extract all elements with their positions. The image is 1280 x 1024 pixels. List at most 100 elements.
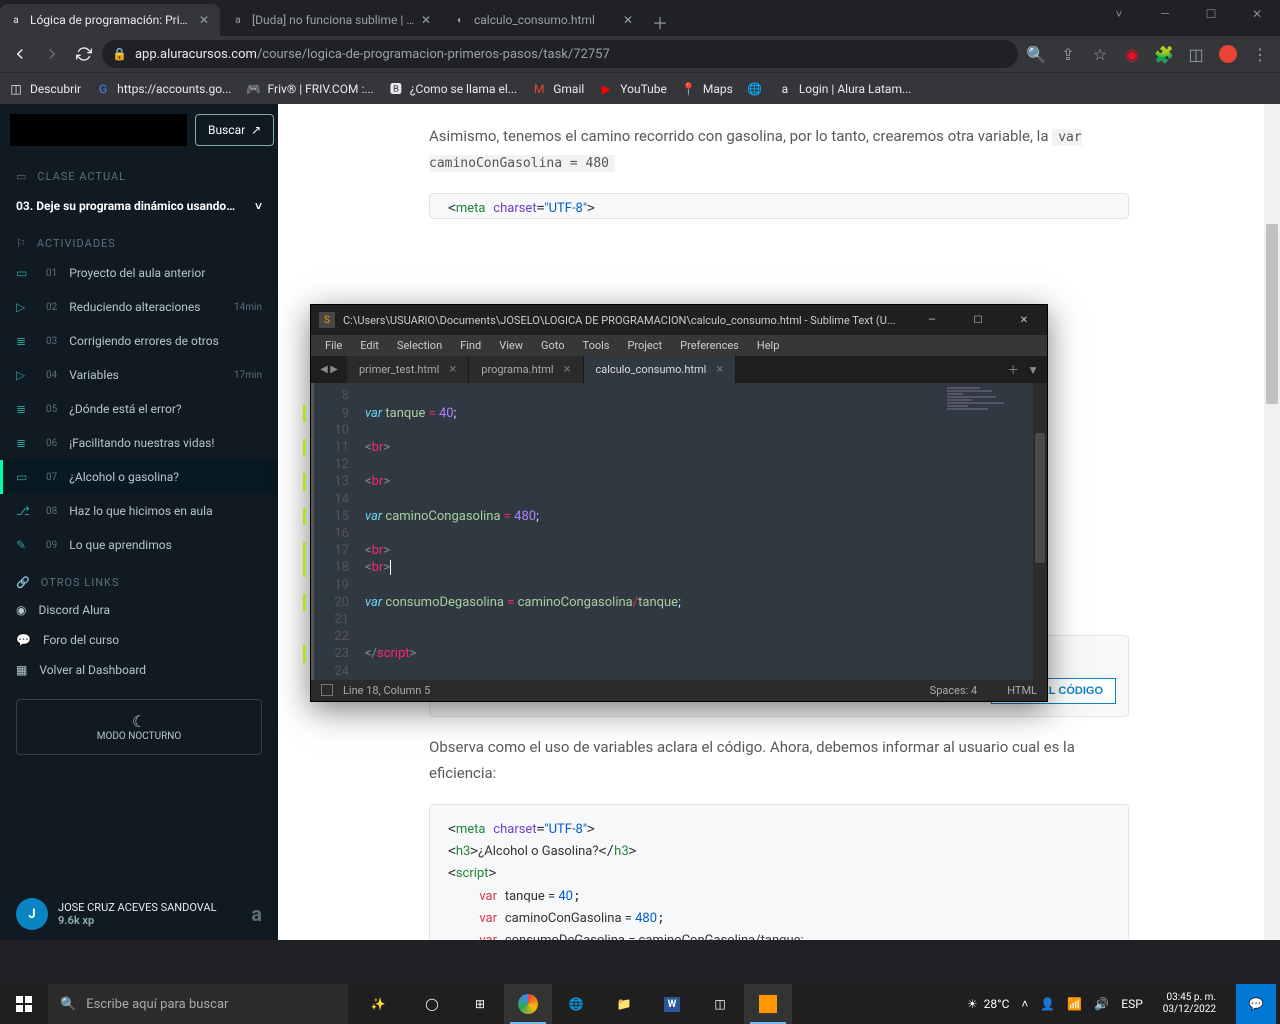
chevron-up-icon[interactable]: ˄ [1021,997,1028,1011]
menu-view[interactable]: View [491,337,531,354]
weather-widget[interactable]: ☀28°C [967,997,1010,1011]
syntax-setting[interactable]: HTML [1007,684,1037,697]
sublime-window[interactable]: S C:\Users\USUARIO\Documents\JOSELO\LOGI… [310,304,1048,702]
browser-tab[interactable]: ◐ calculo_consumo.html ✕ [444,4,644,36]
new-tab-button[interactable]: ＋ [646,8,674,36]
link-discord[interactable]: ◉Discord Alura [0,595,278,625]
browser-tab-active[interactable]: a Lógica de programación: Primeros ✕ [0,4,220,36]
menu-project[interactable]: Project [619,337,670,354]
editor-tab[interactable]: primer_test.html× [347,356,469,383]
activity-item[interactable]: ▷04Variables17min [0,358,278,392]
zoom-icon[interactable]: 🔍 [1022,40,1050,68]
panel-toggle-icon[interactable] [321,684,333,696]
close-icon[interactable]: ✕ [196,12,212,28]
editor-tab-active[interactable]: calculo_consumo.html× [584,356,737,383]
menu-icon[interactable]: ⋮ [1246,40,1274,68]
activity-item[interactable]: ≣03Corrigiendo errores de otros [0,324,278,358]
back-button[interactable] [6,40,34,68]
profile-button[interactable] [1214,40,1242,68]
bookmark-item[interactable]: MGmail [531,81,584,97]
taskbar-word[interactable]: W [648,984,696,1024]
activity-item[interactable]: ≣06¡Facilitando nuestras vidas! [0,426,278,460]
current-class[interactable]: 03. Deje su programa dinámico usando Var… [0,189,278,223]
dark-mode-toggle[interactable]: ☾ MODO NOCTURNO [16,699,262,755]
minimize-icon[interactable]: — [1142,0,1188,28]
search-button[interactable]: Buscar ↗ [195,114,274,146]
share-icon[interactable]: ⇪ [1054,40,1082,68]
volume-icon[interactable]: 🔊 [1094,997,1109,1011]
bookmark-item[interactable]: 🎮Friv® | FRIV.COM :... [246,81,374,97]
search-input[interactable] [10,114,187,146]
bookmark-item[interactable]: ▶YouTube [598,81,667,97]
star-icon[interactable]: ☆ [1086,40,1114,68]
scroll-thumb[interactable] [1035,433,1045,563]
menu-find[interactable]: Find [452,337,489,354]
menu-selection[interactable]: Selection [389,337,450,354]
minimap[interactable] [943,383,1033,679]
menu-preferences[interactable]: Preferences [672,337,747,354]
bookmark-item[interactable]: Ghttps://accounts.go... [95,81,231,97]
scrollbar[interactable] [1264,104,1280,940]
menu-file[interactable]: File [317,337,350,354]
close-icon[interactable]: × [449,362,456,377]
scrollbar[interactable] [1033,383,1047,679]
start-button[interactable] [0,984,48,1024]
plus-icon[interactable]: ＋ [1007,361,1019,378]
sidepanel-icon[interactable]: ◫ [1182,40,1210,68]
close-icon[interactable]: ✕ [620,12,636,28]
close-icon[interactable]: × [716,362,723,377]
taskbar-edge[interactable]: 🌐 [552,984,600,1024]
user-profile[interactable]: J JOSE CRUZ ACEVES SANDOVAL 9.6k xp a [0,888,278,940]
taskbar-sublime[interactable] [744,984,792,1024]
bookmark-item[interactable]: ◫Descubrir [8,81,81,97]
taskbar-explorer[interactable]: 📁 [600,984,648,1024]
close-icon[interactable]: ✕ [1001,305,1047,335]
maximize-icon[interactable]: ☐ [1188,0,1234,28]
menu-tools[interactable]: Tools [575,337,618,354]
menu-help[interactable]: Help [749,337,788,354]
bookmark-item[interactable]: 🌐 [747,81,763,97]
activity-item-selected[interactable]: ▭07¿Alcohol o gasolina? [0,460,278,494]
taskbar-chrome[interactable] [504,984,552,1024]
code-area[interactable]: var tanque = 40; <br> <br> var caminoCon… [357,383,943,679]
clock[interactable]: 03:45 p. m. 03/12/2022 [1155,992,1224,1016]
link-dashboard[interactable]: ▦Volver al Dashboard [0,655,278,685]
indent-setting[interactable]: Spaces: 4 [930,684,978,697]
editor-tab[interactable]: programa.html× [469,356,583,383]
link-forum[interactable]: 💬Foro del curso [0,625,278,655]
bookmark-item[interactable]: 🅱¿Como se llama el... [388,81,517,97]
people-icon[interactable]: 👤 [1040,997,1055,1011]
editor-body[interactable]: 89101112131415161718192021222324 var tan… [311,383,1047,679]
minimize-icon[interactable]: — [909,305,955,335]
close-icon[interactable]: × [564,362,571,377]
reload-button[interactable] [70,40,98,68]
tab-nav[interactable]: ◀ ▶ [311,356,347,383]
extensions-icon[interactable]: 🧩 [1150,40,1178,68]
scroll-thumb[interactable] [1266,224,1278,404]
notification-icon[interactable]: 💬 [1236,984,1276,1024]
taskbar-app[interactable]: ◫ [696,984,744,1024]
bookmark-item[interactable]: 📍Maps [681,81,733,97]
maximize-icon[interactable]: ☐ [955,305,1001,335]
activity-item[interactable]: ▭01Proyecto del aula anterior [0,256,278,290]
taskbar-app[interactable]: ⊞ [456,984,504,1024]
taskview-icon[interactable]: ◯ [408,984,456,1024]
bookmark-item[interactable]: aLogin | Alura Latam... [777,81,912,97]
activity-item[interactable]: ≣05¿Dónde está el error? [0,392,278,426]
activity-item[interactable]: ⎇08Haz lo que hicimos en aula [0,494,278,528]
activity-item[interactable]: ▷02Reduciendo alteraciones14min [0,290,278,324]
menu-edit[interactable]: Edit [352,337,387,354]
close-icon[interactable]: ✕ [1234,0,1280,28]
menu-goto[interactable]: Goto [533,337,573,354]
activity-item[interactable]: ✎09Lo que aprendimos [0,528,278,562]
language-indicator[interactable]: ESP [1121,997,1143,1011]
cortana-icon[interactable]: ✨ [348,984,408,1024]
chevron-down-icon[interactable]: ˅ [1096,0,1142,28]
browser-tab[interactable]: a [Duda] no funciona sublime | Pro ✕ [222,4,442,36]
address-bar[interactable]: 🔒 app.aluracursos.com/course/logica-de-p… [102,40,1018,68]
close-icon[interactable]: ✕ [418,12,434,28]
chevron-down-icon[interactable]: ▼ [1027,363,1039,377]
forward-button[interactable] [38,40,66,68]
sublime-titlebar[interactable]: S C:\Users\USUARIO\Documents\JOSELO\LOGI… [311,305,1047,335]
extension-icon[interactable]: ◉ [1118,40,1146,68]
